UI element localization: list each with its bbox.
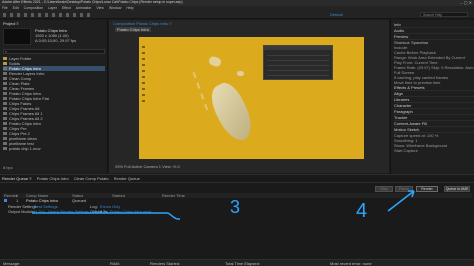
composition-icon bbox=[3, 147, 7, 151]
composition-icon bbox=[3, 87, 7, 91]
composition-viewer[interactable] bbox=[139, 37, 364, 159]
composition-icon bbox=[3, 102, 7, 106]
composition-icon bbox=[3, 77, 7, 81]
composition-breadcrumb[interactable]: Potato Chips Intro bbox=[115, 27, 152, 32]
workspace-default-label[interactable]: Default bbox=[330, 12, 343, 17]
composition-icon bbox=[3, 142, 7, 146]
chip-fragment-small bbox=[237, 71, 244, 76]
preview-duration: Δ 0;00;10;00, 29.97 fps bbox=[35, 38, 77, 43]
composition-icon bbox=[3, 137, 7, 141]
status-ram: RAM: bbox=[110, 261, 120, 266]
nested-graph-window[interactable] bbox=[263, 45, 333, 80]
toolbar: Default Search Help bbox=[0, 11, 474, 19]
tool-icons[interactable] bbox=[3, 13, 93, 17]
composition-icon bbox=[3, 67, 7, 71]
project-item-label: potato chip 1.mov bbox=[9, 146, 41, 151]
composition-icon bbox=[3, 122, 7, 126]
status-bar: Message: RAM: Renders Started: Total Tim… bbox=[0, 259, 474, 266]
project-tab[interactable]: Project ≡ bbox=[3, 21, 19, 26]
window-title: Adobe After Effects 2021 - C:\Users\brai… bbox=[2, 0, 183, 4]
composition-icon bbox=[3, 132, 7, 136]
project-preview-info: Potato Chips Intro 1920 x 1080 (1.00) Δ … bbox=[35, 28, 105, 43]
composition-icon bbox=[3, 72, 7, 76]
project-thumbnail bbox=[3, 28, 31, 45]
composition-icon bbox=[3, 117, 7, 121]
composition-panel: Composition Potato Chips Intro ≡ Potato … bbox=[109, 20, 389, 173]
composition-icon bbox=[3, 82, 7, 86]
annotation-number-3: 3 bbox=[230, 197, 240, 217]
composition-icon bbox=[3, 107, 7, 111]
project-bpc[interactable]: 8 bpc bbox=[3, 165, 13, 170]
layer-handle-strip[interactable] bbox=[142, 42, 145, 102]
search-icon: ⌕ bbox=[5, 49, 8, 54]
search-help-input[interactable]: Search Help bbox=[420, 12, 468, 17]
status-total-time: Total Time Elapsed: bbox=[225, 261, 260, 266]
render-queue-panel: Render Queue ≡ Potato Chips Intro Clean Co… bbox=[0, 174, 474, 259]
status-renders-started: Renders Started: bbox=[150, 261, 181, 266]
project-search-input[interactable]: ⌕ bbox=[3, 49, 105, 54]
annotation-arrow-4 bbox=[387, 190, 415, 212]
folder-icon bbox=[3, 57, 7, 61]
chip-fragment bbox=[207, 55, 223, 68]
annotation-drawing: 3 4 bbox=[32, 190, 415, 222]
annotation-number-4: 4 bbox=[356, 200, 367, 222]
project-panel: Project ≡ Potato Chips Intro 1920 x 1080… bbox=[0, 20, 108, 173]
composition-icon bbox=[3, 127, 7, 131]
project-item-list: Layer Folder Solids Potato Chips Intro Rend… bbox=[3, 56, 105, 151]
nested-window-content bbox=[267, 54, 329, 76]
composition-icon bbox=[3, 97, 7, 101]
right-panel: Info Audio Preview Shortcut: Spacebar Includ… bbox=[390, 20, 474, 185]
composition-footer-controls[interactable]: 25% Full Active Camera 1 View +0.0 bbox=[115, 164, 180, 169]
annotation-arrow-3 bbox=[167, 212, 180, 220]
composition-tab[interactable]: Composition Potato Chips Intro ≡ bbox=[113, 21, 172, 26]
motion-sketch-start[interactable]: Start Capture bbox=[394, 148, 474, 153]
composition-icon bbox=[3, 92, 7, 96]
nested-window-title-bar bbox=[264, 46, 332, 50]
search-help-placeholder: Search Help bbox=[423, 13, 443, 17]
window-controls[interactable]: – ▢ ✕ bbox=[455, 1, 472, 5]
composition-icon bbox=[3, 112, 7, 116]
status-message: Message: bbox=[3, 261, 21, 266]
folder-icon bbox=[3, 62, 7, 66]
status-recent-error: Most recent error: none bbox=[330, 261, 372, 266]
project-item[interactable]: potato chip 1.mov bbox=[3, 146, 105, 151]
